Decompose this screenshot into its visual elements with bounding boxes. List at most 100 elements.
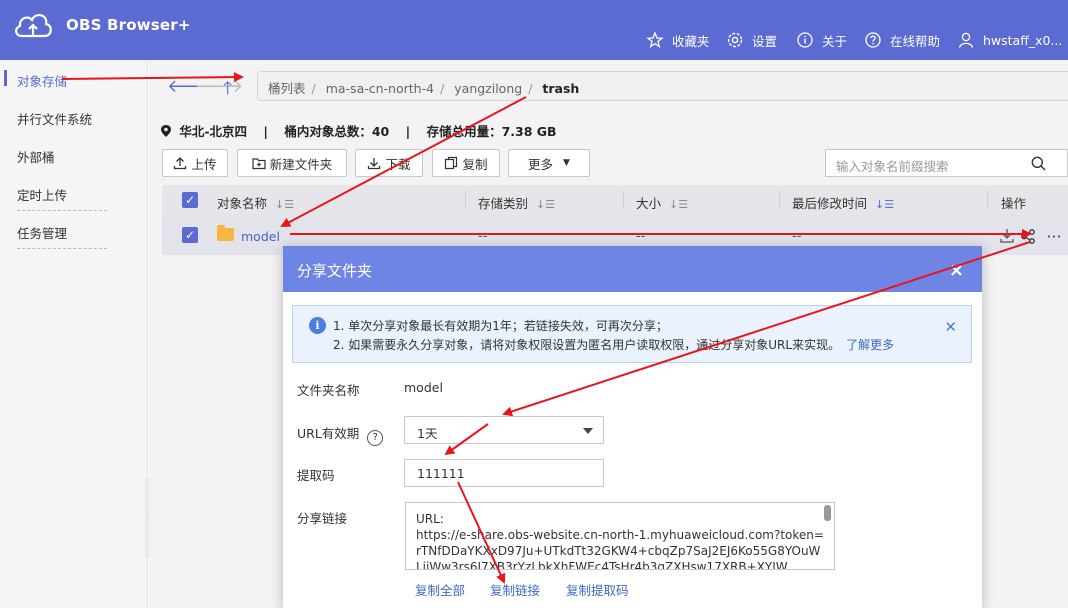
column-divider <box>623 191 624 209</box>
share-folder-dialog: 分享文件夹 × i 1. 单次分享对象最长有效期为1年；若链接失效，可再次分享；… <box>283 246 982 608</box>
header-nav-label: 在线帮助 <box>890 33 941 49</box>
table-header: ✓ 对象名称 ↓☰ 存储类别 ↓☰ 大小 ↓☰ 最后修改时间 ↓☰ 操作 <box>162 185 1068 215</box>
dialog-title: 分享文件夹 <box>297 262 373 280</box>
info-line-1: 1. 单次分享对象最长有效期为1年；若链接失效，可再次分享； <box>333 319 668 333</box>
close-notice-icon[interactable]: ✕ <box>944 318 957 336</box>
download-icon <box>368 158 381 170</box>
search-icon[interactable] <box>1031 156 1046 171</box>
sidebar-item-object-storage[interactable]: 对象存储 <box>17 71 67 90</box>
share-link-text: URL: https://e-share.obs-website.cn-nort… <box>416 512 824 570</box>
sidebar-divider <box>17 210 107 211</box>
sidebar-divider <box>17 248 107 249</box>
copy-icon <box>445 156 458 170</box>
sort-icon: ↓☰ <box>669 198 689 211</box>
share-link-label: 分享链接 <box>297 511 348 526</box>
object-count: 桶内对象总数：40 <box>284 124 390 139</box>
sidebar-item-parallel-fs[interactable]: 并行文件系统 <box>17 109 92 128</box>
info-line-2-text: 2. 如果需要永久分享对象，请将对象权限设置为匿名用户读取权限，通过分享对象UR… <box>333 338 841 352</box>
sort-icon: ↓☰ <box>275 198 295 211</box>
extraction-code-label: 提取码 <box>297 468 335 483</box>
sort-active-icon: ↓☰ <box>875 198 895 211</box>
column-divider <box>987 191 988 209</box>
upload-label: 上传 <box>191 156 217 172</box>
breadcrumb-current: trash <box>542 81 580 96</box>
textarea-scrollbar[interactable] <box>824 505 831 521</box>
validity-label-text: URL有效期 <box>297 426 360 441</box>
size-cell: -- <box>636 229 646 244</box>
breadcrumb-item[interactable]: yangzilong <box>454 81 522 96</box>
share-icon[interactable] <box>1021 229 1035 244</box>
copy-code-link[interactable]: 复制提取码 <box>566 580 629 599</box>
row-checkbox[interactable]: ✓ <box>182 227 198 243</box>
learn-more-link[interactable]: 了解更多 <box>846 338 894 352</box>
sidebar-item-task-manager[interactable]: 任务管理 <box>17 223 67 242</box>
download-icon[interactable] <box>1000 229 1014 243</box>
col-header-size[interactable]: 大小 ↓☰ <box>636 193 688 212</box>
caret-down-icon: ▼ <box>563 158 570 168</box>
sidebar-item-external-bucket[interactable]: 外部桶 <box>17 147 55 166</box>
caret-down-icon <box>583 428 593 434</box>
bucket-summary: 华北-北京四 | 桶内对象总数：40 | 存储总用量：7.38 GB <box>161 121 557 140</box>
storage-used: 存储总用量：7.38 GB <box>426 124 557 139</box>
sidebar: 对象存储 并行文件系统 外部桶 定时上传 任务管理 <box>0 60 148 608</box>
gear-icon <box>727 32 743 48</box>
folder-icon <box>217 225 234 241</box>
location-pin-icon <box>161 125 171 137</box>
upload-button[interactable]: 上传 <box>162 149 228 177</box>
share-link-textarea[interactable]: URL: https://e-share.obs-website.cn-nort… <box>405 502 835 570</box>
col-header-storage-class[interactable]: 存储类别 ↓☰ <box>478 193 555 212</box>
folder-name-value: model <box>404 380 443 395</box>
refresh-button[interactable] <box>1053 149 1068 177</box>
question-icon[interactable]: ? <box>367 430 384 446</box>
new-folder-label: 新建文件夹 <box>269 156 333 172</box>
breadcrumb-item[interactable]: ma-sa-cn-north-4 <box>326 81 434 96</box>
validity-label: URL有效期? <box>297 423 384 446</box>
modified-cell: -- <box>792 229 802 244</box>
sort-icon: ↓☰ <box>536 198 556 211</box>
more-dropdown[interactable]: 更多 ▼ <box>508 149 590 177</box>
sidebar-item-scheduled-upload[interactable]: 定时上传 <box>17 185 67 204</box>
breadcrumb-item[interactable]: 桶列表 <box>268 81 306 96</box>
upload-icon <box>174 157 187 170</box>
folder-name-label: 文件夹名称 <box>297 383 360 398</box>
extraction-code-input[interactable]: 111111 <box>404 459 604 487</box>
col-header-name[interactable]: 对象名称 ↓☰ <box>217 193 294 212</box>
copy-button[interactable]: 复制 <box>432 149 500 177</box>
header-favorites[interactable]: 收藏夹 <box>646 30 710 50</box>
header-nav-label: 关于 <box>822 33 848 49</box>
sidebar-active-indicator <box>4 70 7 86</box>
more-label: 更多 <box>528 156 554 172</box>
search-input[interactable]: 输入对象名前缀搜索 <box>825 149 1055 177</box>
info-icon <box>797 32 813 48</box>
forward-arrow-icon[interactable]: 🡒 <box>195 76 243 97</box>
copy-all-link[interactable]: 复制全部 <box>415 580 465 599</box>
copy-label: 复制 <box>462 156 488 172</box>
breadcrumb: 桶列表 / ma-sa-cn-north-4/ yangzilong / trash <box>257 71 1068 101</box>
cloud-upload-logo-icon <box>15 14 52 38</box>
close-icon[interactable]: × <box>949 260 964 281</box>
header-user-menu[interactable]: hwstaff_x0... <box>957 30 1062 50</box>
app-title: OBS Browser+ <box>66 16 191 34</box>
storage-class-cell: -- <box>478 229 488 244</box>
more-options-icon[interactable] <box>1047 235 1060 238</box>
search-placeholder: 输入对象名前缀搜索 <box>836 159 949 174</box>
header-nav-label: 设置 <box>752 33 778 49</box>
download-label: 下载 <box>385 156 411 172</box>
header-about[interactable]: 关于 <box>796 30 847 50</box>
info-icon: i <box>309 317 326 334</box>
col-header-modified[interactable]: 最后修改时间 ↓☰ <box>792 193 894 212</box>
header-settings[interactable]: 设置 <box>726 30 777 50</box>
validity-select[interactable]: 1天 <box>404 416 604 444</box>
info-line-2: 2. 如果需要永久分享对象，请将对象权限设置为匿名用户读取权限，通过分享对象UR… <box>333 336 894 353</box>
header-online-help[interactable]: 在线帮助 <box>864 30 940 50</box>
copy-link-link[interactable]: 复制链接 <box>490 580 540 599</box>
help-icon <box>865 32 881 48</box>
new-folder-button[interactable]: 新建文件夹 <box>237 149 347 177</box>
select-all-checkbox[interactable]: ✓ <box>182 192 198 208</box>
region-label: 华北-北京四 <box>179 124 248 139</box>
column-divider <box>465 191 466 209</box>
header-nav-label: 收藏夹 <box>672 33 710 49</box>
object-name-link[interactable]: model <box>241 229 280 244</box>
download-button[interactable]: 下载 <box>355 149 423 177</box>
up-arrow-icon[interactable]: 🡑 <box>223 76 232 106</box>
